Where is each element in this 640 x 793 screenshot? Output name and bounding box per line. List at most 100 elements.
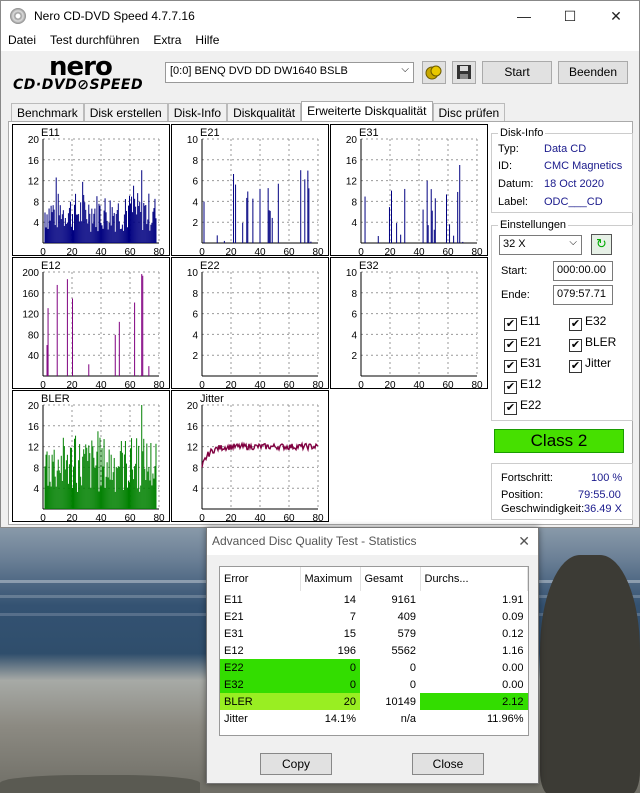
speed-select[interactable]: 32 X ⌵: [499, 235, 582, 255]
check-icon: ✔: [504, 318, 517, 331]
date-value: 18 Oct 2020: [544, 178, 604, 190]
x-tick-label: 80: [312, 513, 324, 523]
type-value: Data CD: [544, 143, 587, 155]
drive-select[interactable]: [0:0] BENQ DVD DD DW1640 BSLB ⌵: [165, 62, 414, 83]
y-tick-label: 4: [192, 197, 198, 208]
y-tick-label: 8: [33, 197, 39, 208]
x-tick-label: 60: [283, 513, 295, 523]
speed-value: 32 X: [503, 238, 526, 250]
end-time-input[interactable]: 079:57.71: [553, 285, 613, 305]
x-tick-label: 40: [95, 247, 107, 257]
x-tick-label: 0: [40, 247, 46, 257]
menu-hilfe[interactable]: Hilfe: [188, 31, 226, 51]
copy-button[interactable]: Copy: [260, 753, 332, 775]
y-tick-label: 20: [346, 135, 358, 146]
x-tick-label: 80: [312, 380, 324, 390]
x-tick-label: 0: [199, 513, 205, 523]
chart-svg: Jitter 4 8 12 16 20 0 20 40 60 80: [187, 393, 324, 523]
eject-button[interactable]: [422, 61, 446, 84]
chart-title: Jitter: [200, 393, 224, 405]
y-tick-label: 4: [192, 330, 198, 341]
position-value: 79:55.00: [578, 489, 621, 501]
quality-class-badge: Class 2: [494, 429, 624, 453]
check-icon: ✔: [569, 360, 582, 373]
x-tick-label: 20: [384, 380, 396, 390]
label-label: Label:: [498, 196, 528, 208]
y-tick-label: 4: [33, 484, 39, 495]
tab-disk-info[interactable]: Disk-Info: [167, 103, 228, 121]
chart-svg: E32 2 4 6 8 10 0 20 40 60 80: [346, 260, 483, 390]
tab-bar: Benchmark Disk erstellen Disk-Info Diskq…: [11, 101, 506, 122]
x-tick-label: 60: [442, 247, 454, 257]
y-tick-label: 40: [28, 351, 40, 362]
close-button[interactable]: ✕: [593, 1, 639, 31]
x-tick-label: 40: [413, 247, 425, 257]
y-tick-label: 8: [192, 463, 198, 474]
chart-bler: BLER 4 8 12 16 20 0 20 40 60 80: [12, 390, 170, 523]
drive-select-value: [0:0] BENQ DVD DD DW1640 BSLB: [170, 65, 348, 77]
checkbox-e32[interactable]: ✔ E32: [569, 314, 606, 331]
column-header-average[interactable]: Durchs...: [420, 567, 528, 591]
checkbox-e22[interactable]: ✔ E22: [504, 398, 541, 415]
y-tick-label: 20: [187, 401, 199, 412]
table-row: BLER 20 10149 2.12: [220, 693, 528, 710]
y-tick-label: 120: [22, 310, 39, 321]
y-tick-label: 6: [192, 177, 198, 188]
y-tick-label: 6: [351, 310, 357, 321]
checkbox-bler[interactable]: ✔ BLER: [569, 335, 616, 352]
start-button[interactable]: Start: [482, 61, 552, 84]
y-tick-label: 8: [351, 197, 357, 208]
menu-extra[interactable]: Extra: [146, 31, 188, 51]
dialog-title: Advanced Disc Quality Test - Statistics: [212, 534, 417, 548]
menu-datei[interactable]: Datei: [1, 31, 43, 51]
y-tick-label: 8: [192, 156, 198, 167]
column-header-total[interactable]: Gesamt: [360, 567, 421, 591]
tab-erweiterte-diskqualitaet[interactable]: Erweiterte Diskqualität: [301, 101, 433, 122]
chart-svg: E31 4 8 12 16 20 0 20 40 60 80: [346, 127, 483, 257]
chart-e12: E12 40 80 120 160 200 0 20 40 60 80: [12, 257, 170, 390]
checkbox-jitter[interactable]: ✔ Jitter: [569, 356, 611, 373]
refresh-icon[interactable]: ↻: [591, 234, 612, 255]
table-row: E31 15 579 0.12: [224, 627, 524, 640]
checkbox-e21[interactable]: ✔ E21: [504, 335, 541, 352]
menu-test[interactable]: Test durchführen: [43, 31, 146, 51]
tab-benchmark[interactable]: Benchmark: [11, 103, 84, 121]
start-time-input[interactable]: 000:00.00: [553, 261, 613, 281]
x-tick-label: 20: [66, 247, 78, 257]
progress-label: Fortschritt:: [501, 472, 553, 484]
y-tick-label: 160: [22, 289, 39, 300]
column-header-maximum[interactable]: Maximum: [300, 567, 361, 591]
dialog-close-button[interactable]: Close: [412, 753, 484, 775]
dialog-close-icon[interactable]: ✕: [518, 528, 530, 554]
checkbox-e11[interactable]: ✔ E11: [504, 314, 540, 331]
check-icon: ✔: [569, 339, 582, 352]
settings-header: Einstellungen: [498, 219, 569, 231]
exit-button[interactable]: Beenden: [558, 61, 628, 84]
y-tick-label: 16: [346, 156, 358, 167]
save-button[interactable]: [452, 61, 476, 84]
chart-e11: E11 4 8 12 16 20 0 20 40 60 80: [12, 124, 170, 257]
column-header-error[interactable]: Error: [220, 567, 301, 591]
y-tick-label: 10: [187, 135, 199, 146]
tab-disc-pruefen[interactable]: Disc prüfen: [432, 103, 506, 121]
y-tick-label: 12: [28, 443, 40, 454]
y-tick-label: 12: [187, 443, 199, 454]
x-tick-label: 40: [254, 513, 266, 523]
y-tick-label: 4: [351, 330, 357, 341]
tab-diskqualitaet[interactable]: Diskqualität: [227, 103, 302, 121]
checkbox-e31[interactable]: ✔ E31: [504, 356, 541, 373]
x-tick-label: 40: [413, 380, 425, 390]
save-icon: [457, 65, 471, 79]
maximize-button[interactable]: ☐: [547, 1, 593, 31]
x-tick-label: 60: [124, 247, 136, 257]
x-tick-label: 60: [124, 380, 136, 390]
minimize-button[interactable]: —: [501, 1, 547, 31]
y-tick-label: 2: [192, 218, 198, 229]
x-tick-label: 0: [40, 380, 46, 390]
checkbox-e12[interactable]: ✔ E12: [504, 377, 541, 394]
tab-disk-erstellen[interactable]: Disk erstellen: [83, 103, 168, 121]
statistics-table: Error Maximum Gesamt Durchs... E11 14 9161…: [220, 567, 528, 727]
x-tick-label: 20: [66, 513, 78, 523]
speed-value: 36.49 X: [584, 503, 622, 515]
start-time-label: Start:: [501, 265, 528, 277]
